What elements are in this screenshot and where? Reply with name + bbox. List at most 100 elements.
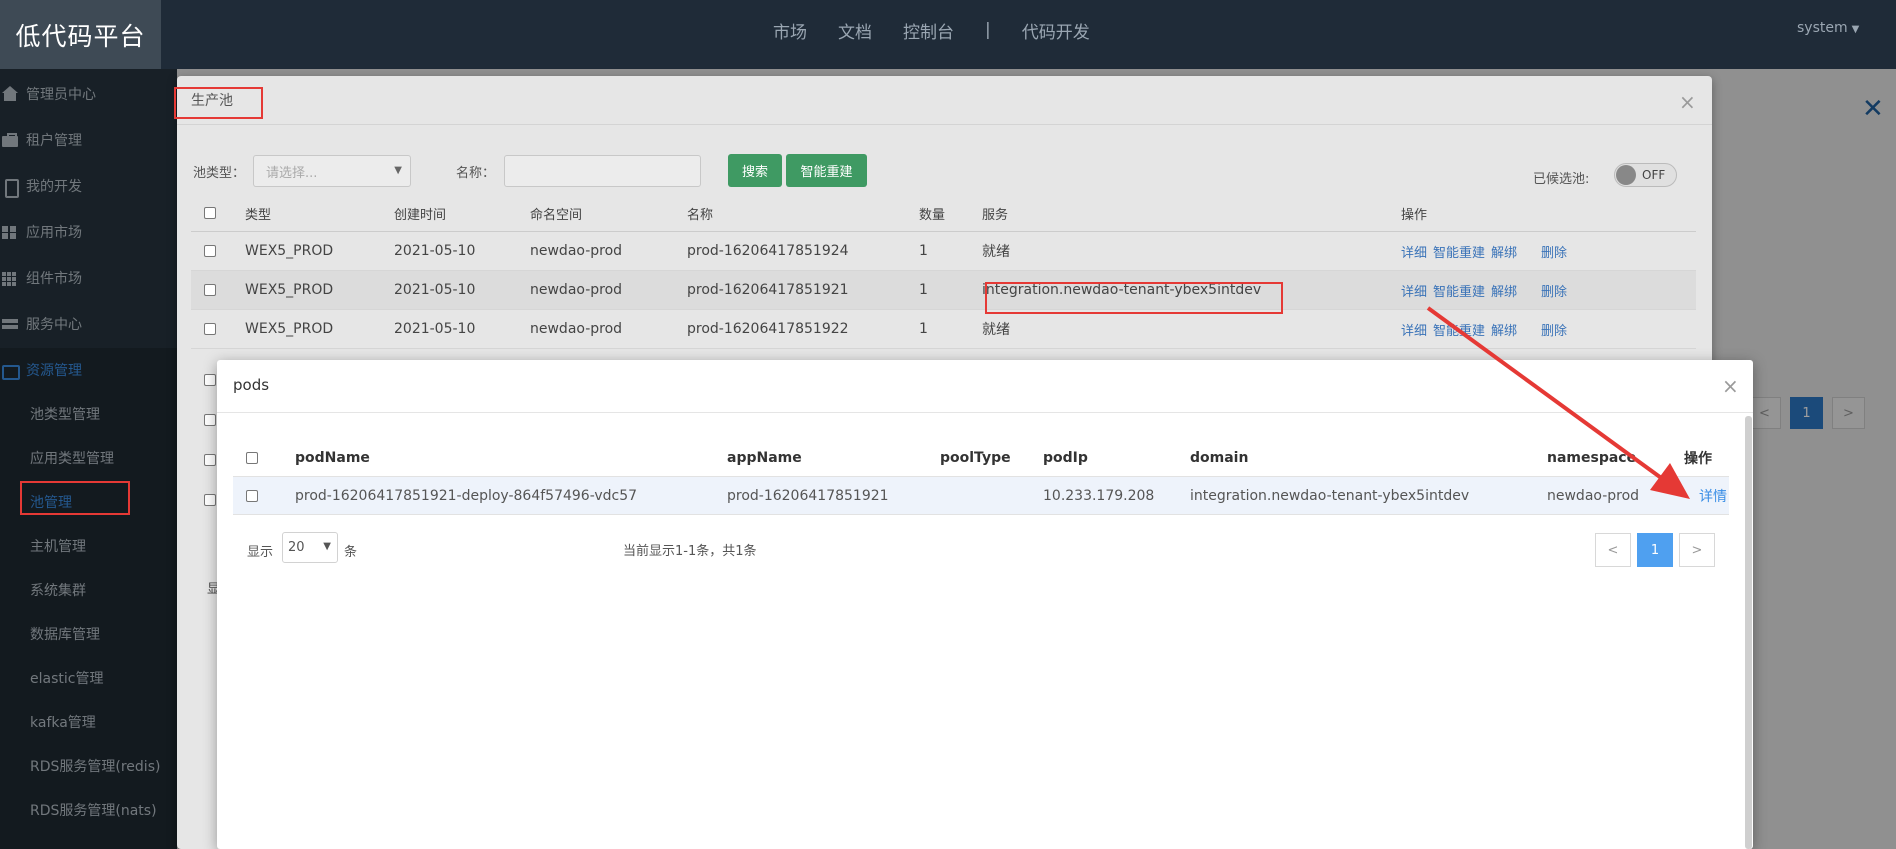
unbind-link[interactable]: 解绑 — [1491, 242, 1517, 261]
pager-prev[interactable]: < — [1595, 533, 1631, 567]
divider — [177, 124, 1712, 125]
unbind-link[interactable]: 解绑 — [1491, 281, 1517, 300]
row-checkbox[interactable] — [204, 245, 216, 257]
cell-name: prod-16206417851922 — [687, 321, 849, 337]
col-service: 服务 — [982, 207, 1009, 223]
row-checkbox[interactable] — [246, 489, 258, 502]
cell-type: WEX5_PROD — [245, 321, 334, 337]
pod-detail-link[interactable]: 详情 — [1699, 486, 1727, 506]
select-all-checkbox[interactable] — [246, 452, 258, 464]
cell-name: prod-16206417851921 — [687, 282, 849, 298]
cell-namespace: newdao-prod — [530, 282, 623, 298]
nav-console[interactable]: 控制台 — [903, 18, 954, 43]
scrollbar[interactable] — [1745, 416, 1752, 849]
pods-modal-title: pods — [233, 376, 270, 394]
pager-current[interactable]: 1 — [1637, 533, 1673, 567]
col-namespace: 命名空间 — [530, 207, 583, 223]
page-size-value: 20 — [288, 540, 305, 555]
cell-name: prod-16206417851924 — [687, 243, 849, 259]
detail-link[interactable]: 详细 — [1401, 320, 1427, 339]
pool-table-header: 类型 创建时间 命名空间 名称 数量 服务 操作 — [191, 195, 1696, 232]
nav-code-dev[interactable]: 代码开发 — [1022, 18, 1090, 43]
delete-link[interactable]: 删除 — [1541, 242, 1567, 261]
row-checkbox[interactable] — [204, 494, 216, 506]
cell-created: 2021-05-10 — [394, 243, 476, 259]
col-count: 数量 — [919, 207, 946, 223]
col-created: 创建时间 — [394, 207, 447, 223]
nav-docs[interactable]: 文档 — [838, 18, 872, 43]
cell-service: 就绪 — [982, 322, 1010, 338]
cell-type: WEX5_PROD — [245, 243, 334, 259]
cell-namespace: newdao-prod — [1547, 487, 1640, 504]
row-checkbox[interactable] — [204, 414, 216, 426]
col-podname: podName — [295, 450, 370, 466]
cell-podname: prod-16206417851921-deploy-864f57496-vdc… — [295, 487, 638, 504]
top-header: 低代码平台 市场 文档 控制台 | 代码开发 system ▼ — [0, 0, 1896, 69]
col-podip: podIp — [1043, 450, 1088, 466]
selected-pool-label: 已候选池: — [1533, 172, 1590, 187]
cell-created: 2021-05-10 — [394, 321, 476, 337]
pagination-info: 当前显示1-1条，共1条 — [623, 544, 757, 559]
cell-namespace: newdao-prod — [530, 321, 623, 337]
col-type: 类型 — [245, 207, 272, 223]
cell-service: 就绪 — [982, 244, 1010, 260]
col-domain: domain — [1190, 450, 1249, 466]
pool-type-label: 池类型： — [193, 166, 246, 181]
detail-link[interactable]: 详细 — [1401, 281, 1427, 300]
toggle-state: OFF — [1642, 168, 1666, 182]
pool-type-placeholder: 请选择... — [266, 165, 318, 181]
cell-namespace: newdao-prod — [530, 243, 623, 259]
nav-market[interactable]: 市场 — [773, 18, 807, 43]
nav-separator: | — [985, 20, 991, 40]
row-checkbox[interactable] — [204, 374, 216, 386]
cell-podip: 10.233.179.208 — [1043, 487, 1155, 504]
show-label: 显示 — [247, 545, 274, 560]
annotation-box-pool-menu — [20, 481, 130, 515]
delete-link[interactable]: 删除 — [1541, 320, 1567, 339]
row-checkbox[interactable] — [204, 454, 216, 466]
col-actions: 操作 — [1684, 451, 1712, 467]
name-label: 名称： — [456, 166, 496, 181]
page-size-select[interactable]: 20 ▼ — [282, 532, 338, 563]
row-checkbox[interactable] — [204, 323, 216, 335]
user-name: system — [1797, 20, 1848, 36]
row-actions: 详细 智能重建 解绑 删除 — [1401, 232, 1573, 270]
cell-type: WEX5_PROD — [245, 282, 334, 298]
cell-count: 1 — [919, 282, 928, 298]
annotation-box-pool-title — [174, 87, 263, 119]
col-appname: appName — [727, 450, 802, 466]
chevron-down-icon: ▼ — [1851, 24, 1860, 35]
pool-modal-close-icon[interactable]: × — [1679, 90, 1696, 114]
smart-rebuild-button[interactable]: 智能重建 — [786, 154, 867, 187]
cell-domain: integration.newdao-tenant-ybex5intdev — [1190, 487, 1470, 504]
chevron-down-icon: ▼ — [394, 165, 402, 176]
pods-table-header: podName appName poolType podIp domain na… — [233, 440, 1729, 477]
col-pooltype: poolType — [940, 450, 1011, 466]
rebuild-link[interactable]: 智能重建 — [1433, 320, 1485, 339]
chevron-down-icon: ▼ — [323, 541, 331, 552]
cell-count: 1 — [919, 243, 928, 259]
annotation-box-service — [985, 282, 1283, 314]
selected-pool-toggle[interactable]: OFF — [1614, 163, 1677, 187]
rebuild-link[interactable]: 智能重建 — [1433, 281, 1485, 300]
pods-modal-close-icon[interactable]: × — [1722, 374, 1739, 398]
row-checkbox[interactable] — [204, 284, 216, 296]
pool-type-select[interactable]: 请选择... ▼ — [253, 155, 411, 187]
rebuild-link[interactable]: 智能重建 — [1433, 242, 1485, 261]
name-input[interactable] — [504, 155, 701, 187]
table-row: WEX5_PROD 2021-05-10 newdao-prod prod-16… — [191, 271, 1696, 310]
cell-appname: prod-16206417851921 — [727, 487, 889, 504]
delete-link[interactable]: 删除 — [1541, 281, 1567, 300]
pager-next[interactable]: > — [1679, 533, 1715, 567]
unbind-link[interactable]: 解绑 — [1491, 320, 1517, 339]
table-row: WEX5_PROD 2021-05-10 newdao-prod prod-16… — [191, 310, 1696, 349]
toggle-knob — [1616, 165, 1636, 185]
select-all-checkbox[interactable] — [204, 207, 216, 219]
search-button[interactable]: 搜索 — [728, 154, 782, 187]
unit-label: 条 — [344, 545, 358, 560]
pods-modal: pods × podName appName poolType podIp do… — [217, 360, 1753, 849]
col-namespace: namespace — [1547, 450, 1637, 466]
detail-link[interactable]: 详细 — [1401, 242, 1427, 261]
user-menu[interactable]: system ▼ — [1797, 20, 1859, 36]
app-logo[interactable]: 低代码平台 — [0, 0, 161, 69]
